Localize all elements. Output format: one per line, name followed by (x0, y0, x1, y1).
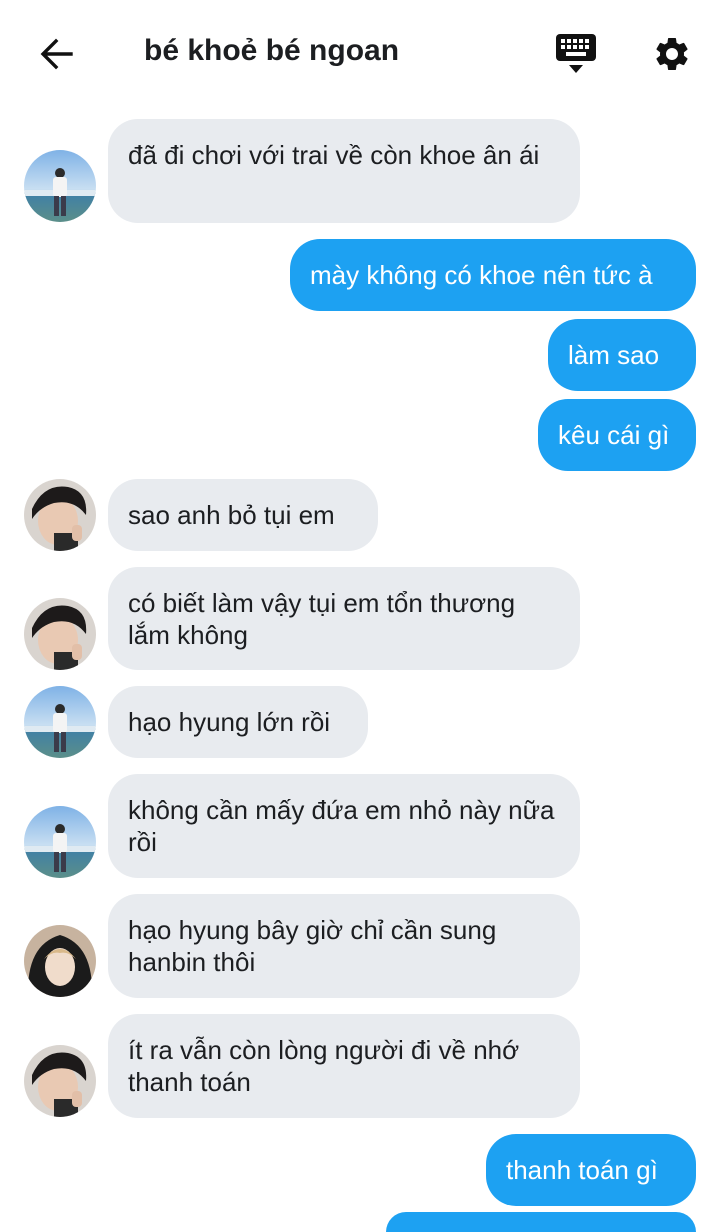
message-bubble-outgoing[interactable]: thanh toán gì (486, 1134, 696, 1206)
avatar-beach[interactable] (24, 806, 96, 878)
message-text: thanh toán gì (506, 1155, 658, 1185)
avatar-dark-hair[interactable] (24, 1045, 96, 1117)
message-text: mày không có khoe nên tức à (310, 260, 653, 290)
message-bubble-incoming[interactable]: hạo hyung lớn rồi (108, 686, 368, 758)
message-text: có biết làm vậy tụi em tổn thương lắm kh… (128, 588, 516, 650)
message-text: không cần mấy đứa em nhỏ này nữa rồi (128, 795, 555, 857)
message-text: ít ra vẫn còn lòng người đi về nhớ thanh… (128, 1035, 520, 1097)
message-bubble-outgoing[interactable]: kêu cái gì (538, 399, 696, 471)
message-text: sao anh bỏ tụi em (128, 500, 335, 530)
conversation-title: bé khoẻ bé ngoan (144, 34, 400, 67)
back-button[interactable] (32, 32, 80, 76)
avatar-dark-hair[interactable] (24, 598, 96, 670)
arrow-left-icon (40, 38, 73, 70)
message-bubble-outgoing[interactable]: mày không có khoe nên tức à (290, 239, 696, 311)
keyboard-icon (556, 34, 596, 73)
message-bubble-incoming[interactable]: sao anh bỏ tụi em (108, 479, 378, 551)
avatar-beach[interactable] (24, 150, 96, 222)
avatar-dark-hair[interactable] (24, 479, 96, 551)
message-text: làm sao (568, 340, 660, 370)
message-text: đã đi chơi với trai về còn khoe ân ái (128, 140, 540, 170)
avatar-hooded[interactable] (24, 925, 96, 997)
chat-header: bé khoẻ bé ngoan (0, 0, 720, 108)
message-text: hạo hyung bây giờ chỉ cần sung hanbin th… (128, 915, 497, 977)
message-bubble-incoming[interactable]: ít ra vẫn còn lòng người đi về nhớ thanh… (108, 1014, 580, 1118)
message-bubble-incoming[interactable]: có biết làm vậy tụi em tổn thương lắm kh… (108, 567, 580, 670)
gear-icon (656, 38, 688, 70)
settings-button[interactable] (648, 30, 696, 78)
message-text: hạo hyung lớn rồi (128, 707, 331, 737)
message-text: kêu cái gì (558, 420, 670, 450)
message-bubble-incoming[interactable]: không cần mấy đứa em nhỏ này nữa rồi (108, 774, 580, 878)
avatar-beach[interactable] (24, 686, 96, 758)
keyboard-toggle-button[interactable] (552, 32, 600, 80)
message-bubble-outgoing[interactable]: làm sao (548, 319, 696, 391)
message-bubble-incoming[interactable]: đã đi chơi với trai về còn khoe ân ái (108, 119, 580, 223)
message-bubble-outgoing-partial[interactable] (386, 1212, 696, 1232)
message-bubble-incoming[interactable]: hạo hyung bây giờ chỉ cần sung hanbin th… (108, 894, 580, 998)
